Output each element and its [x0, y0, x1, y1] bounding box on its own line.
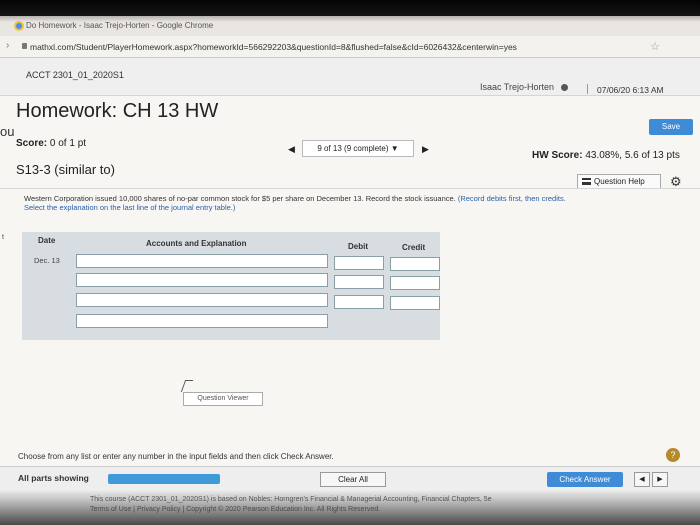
account-input-2[interactable] — [76, 273, 328, 287]
debit-input-2[interactable] — [334, 275, 384, 289]
date-time: 07/06/20 6:13 AM — [597, 85, 664, 95]
chevron-right-icon: ▶ — [657, 476, 663, 483]
course-header: ACCT 2301_01_2020S1 Isaac Trejo-Horten 0… — [0, 58, 700, 96]
parts-progress-bar — [108, 474, 220, 484]
clear-all-button[interactable]: Clear All — [320, 472, 386, 487]
question-score: Score: 0 of 1 pt — [16, 138, 86, 149]
instruction-text: Choose from any list or enter any number… — [18, 452, 334, 461]
debit-input-3[interactable] — [334, 295, 384, 309]
star-icon[interactable]: ☆ — [650, 40, 660, 53]
next-question-button[interactable]: ▶ — [652, 472, 668, 487]
list-icon — [582, 178, 591, 185]
page-footer: This course (ACCT 2301_01_2020S1) is bas… — [0, 496, 700, 525]
question-selector[interactable]: 9 of 13 (9 complete) ▼ — [302, 140, 414, 157]
question-text: Western Corporation issued 10,000 shares… — [24, 194, 456, 203]
homework-page: ACCT 2301_01_2020S1 Isaac Trejo-Horten 0… — [0, 58, 700, 525]
lock-icon — [22, 43, 27, 49]
answer-toolbar: All parts showing Clear All Check Answer… — [0, 466, 700, 496]
hw-score: HW Score: 43.08%, 5.6 of 13 pts — [532, 150, 680, 161]
question-help-button[interactable]: Question Help — [577, 174, 661, 189]
question-progress: 9 of 13 (9 complete) — [317, 144, 389, 153]
course-source-text: This course (ACCT 2301_01_2020S1) is bas… — [90, 496, 492, 503]
score-label: Score: — [16, 138, 48, 149]
explanation-input[interactable] — [76, 314, 328, 328]
chevron-left-icon[interactable]: ◀ — [288, 144, 295, 155]
page-title: Homework: CH 13 HW — [16, 100, 219, 122]
all-parts-label: All parts showing — [18, 473, 89, 483]
check-answer-button[interactable]: Check Answer — [547, 472, 623, 487]
debit-input-1[interactable] — [334, 256, 384, 270]
browser-titlebar: Do Homework - Isaac Trejo-Horten - Googl… — [0, 16, 700, 36]
person-icon — [560, 84, 568, 91]
cropped-sidebar-text: ou — [0, 124, 15, 139]
hw-score-value: 43.08%, 5.6 of 13 pts — [585, 150, 680, 161]
credit-input-2[interactable] — [390, 276, 440, 290]
hw-score-label: HW Score: — [532, 150, 583, 161]
window-title: Do Homework - Isaac Trejo-Horten - Googl… — [26, 21, 214, 30]
account-input-3[interactable] — [76, 293, 328, 307]
chevron-down-icon: ▼ — [390, 144, 399, 153]
hint-line-1: (Record debits first, then credits. — [457, 194, 566, 203]
score-value: 0 of 1 pt — [49, 138, 87, 149]
account-input-1[interactable] — [76, 254, 328, 268]
col-header-accounts: Accounts and Explanation — [146, 239, 247, 248]
user-name: Isaac Trejo-Horten — [480, 82, 555, 92]
address-bar[interactable]: › mathxl.com/Student/PlayerHomework.aspx… — [0, 36, 700, 58]
credit-input-1[interactable] — [390, 257, 440, 271]
chevron-right-icon[interactable]: ▶ — [422, 144, 429, 155]
header-separator — [587, 84, 588, 94]
journal-entry-table: Date Accounts and Explanation Debit Cred… — [22, 232, 440, 340]
cursor-icon — [180, 380, 194, 392]
cropped-edge-text: t — [2, 234, 4, 241]
credit-input-3[interactable] — [390, 296, 440, 310]
course-name: ACCT 2301_01_2020S1 — [26, 70, 124, 80]
prev-question-button[interactable]: ◀ — [634, 472, 650, 487]
question-help-label: Question Help — [594, 177, 645, 186]
forward-icon[interactable]: › — [6, 40, 9, 51]
chevron-left-icon: ◀ — [639, 476, 645, 483]
help-circle-icon[interactable]: ? — [666, 448, 680, 462]
hint-line-2: Select the explanation on the last line … — [24, 203, 236, 212]
user-info: Isaac Trejo-Horten — [480, 82, 568, 92]
col-header-debit: Debit — [348, 242, 368, 251]
col-header-date: Date — [38, 236, 56, 245]
question-id: S13-3 (similar to) — [16, 162, 115, 177]
question-viewer-button[interactable]: Question Viewer — [183, 392, 263, 406]
question-prompt: Western Corporation issued 10,000 shares… — [24, 194, 674, 212]
legal-links[interactable]: Terms of Use | Privacy Policy | Copyrigh… — [90, 506, 380, 513]
chrome-icon — [14, 21, 24, 31]
entry-date: Dec. 13 — [34, 256, 60, 265]
col-header-credit: Credit — [402, 243, 426, 252]
save-button[interactable]: Save — [649, 119, 693, 135]
divider — [0, 188, 700, 189]
url-text[interactable]: mathxl.com/Student/PlayerHomework.aspx?h… — [30, 42, 517, 52]
